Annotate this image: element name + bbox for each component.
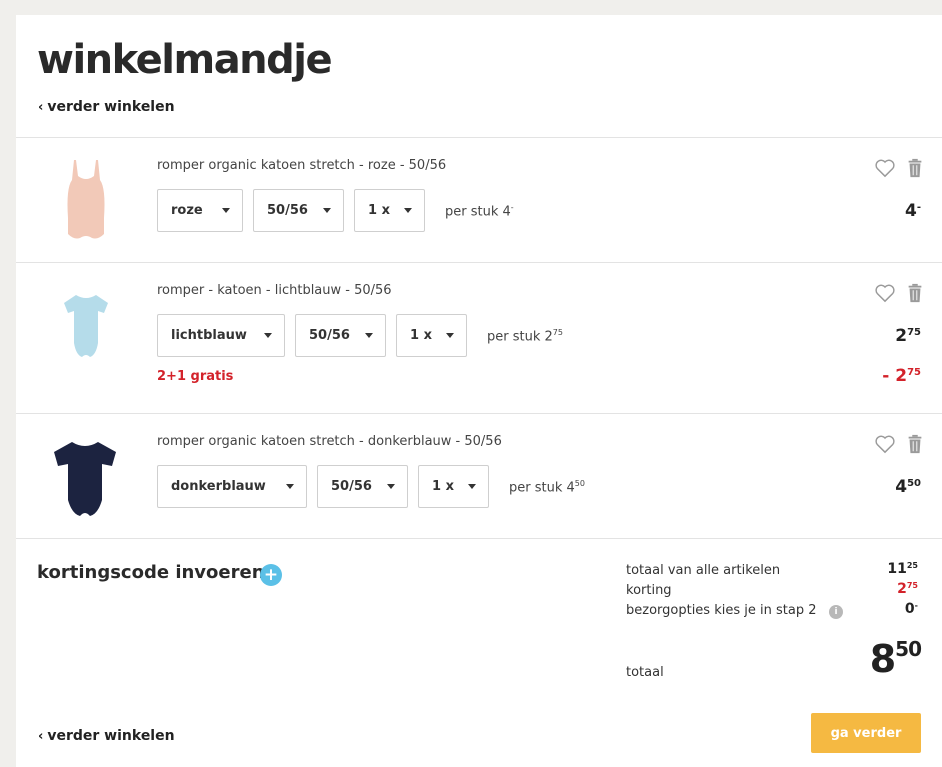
caret-down-icon — [222, 208, 230, 213]
coupon-title[interactable]: kortingscode invoeren — [37, 562, 265, 583]
total-value: 850 — [869, 637, 922, 681]
line-discount: - 275 — [882, 366, 921, 386]
total-label: totaal — [626, 665, 664, 680]
heart-icon[interactable] — [874, 434, 896, 454]
color-select[interactable]: lichtblauw — [157, 314, 285, 357]
continue-button[interactable]: ga verder — [811, 713, 921, 753]
caret-down-icon — [286, 484, 294, 489]
size-select[interactable]: 50/56 — [253, 189, 344, 232]
heart-icon[interactable] — [874, 283, 896, 303]
cart-item: romper - katoen - lichtblauw - 50/56 lic… — [16, 263, 942, 413]
color-value: donkerblauw — [171, 479, 266, 494]
back-link-label: verder winkelen — [47, 99, 175, 115]
trash-icon[interactable] — [904, 283, 926, 303]
size-value: 50/56 — [267, 203, 308, 218]
caret-down-icon — [264, 333, 272, 338]
quantity-value: 1 x — [432, 479, 454, 494]
back-to-shop-link-top[interactable]: ‹ verder winkelen — [38, 99, 175, 115]
subtotal-value: 1125 — [887, 561, 918, 577]
size-select[interactable]: 50/56 — [317, 465, 408, 508]
cart-panel: winkelmandje ‹ verder winkelen romper or… — [16, 15, 942, 767]
quantity-select[interactable]: 1 x — [354, 189, 425, 232]
discount-label: korting — [626, 583, 672, 598]
unit-price: per stuk 275 — [487, 328, 563, 345]
quantity-value: 1 x — [368, 203, 390, 218]
product-image-romper-donkerblauw[interactable] — [50, 438, 120, 518]
caret-down-icon — [323, 208, 331, 213]
back-link-label: verder winkelen — [47, 728, 175, 744]
delivery-label: bezorgopties kies je in stap 2 — [626, 603, 817, 618]
size-select[interactable]: 50/56 — [295, 314, 386, 357]
line-price: 4- — [905, 201, 921, 221]
unit-price: per stuk 4- — [445, 203, 514, 220]
unit-price: per stuk 450 — [509, 479, 585, 496]
size-value: 50/56 — [309, 328, 350, 343]
product-image-romper-lichtblauw[interactable] — [60, 291, 112, 361]
quantity-value: 1 x — [410, 328, 432, 343]
product-name[interactable]: romper organic katoen stretch - donkerbl… — [157, 434, 502, 449]
heart-icon[interactable] — [874, 158, 896, 178]
trash-icon[interactable] — [904, 158, 926, 178]
product-name[interactable]: romper organic katoen stretch - roze - 5… — [157, 158, 446, 173]
color-value: lichtblauw — [171, 328, 247, 343]
promo-label: 2+1 gratis — [157, 369, 234, 384]
chevron-left-icon: ‹ — [38, 728, 44, 744]
product-image-romper-roze[interactable] — [60, 158, 112, 244]
subtotal-label: totaal van alle artikelen — [626, 563, 781, 578]
plus-icon[interactable]: + — [260, 564, 282, 586]
caret-down-icon — [365, 333, 373, 338]
line-price: 450 — [895, 477, 921, 497]
cart-item: romper organic katoen stretch - roze - 5… — [16, 138, 942, 262]
trash-icon[interactable] — [904, 434, 926, 454]
caret-down-icon — [404, 208, 412, 213]
chevron-left-icon: ‹ — [38, 99, 44, 115]
color-select[interactable]: donkerblauw — [157, 465, 307, 508]
caret-down-icon — [387, 484, 395, 489]
product-name[interactable]: romper - katoen - lichtblauw - 50/56 — [157, 283, 392, 298]
delivery-value: 0- — [904, 601, 918, 617]
size-value: 50/56 — [331, 479, 372, 494]
discount-value: 275 — [897, 581, 918, 597]
color-value: roze — [171, 203, 203, 218]
page-title: winkelmandje — [37, 37, 333, 83]
line-price: 275 — [895, 326, 921, 346]
info-icon[interactable]: i — [829, 605, 843, 619]
quantity-select[interactable]: 1 x — [396, 314, 467, 357]
caret-down-icon — [446, 333, 454, 338]
cart-item: romper organic katoen stretch - donkerbl… — [16, 414, 942, 538]
back-to-shop-link-bottom[interactable]: ‹ verder winkelen — [38, 728, 175, 744]
color-select[interactable]: roze — [157, 189, 243, 232]
quantity-select[interactable]: 1 x — [418, 465, 489, 508]
caret-down-icon — [468, 484, 476, 489]
divider — [16, 538, 942, 539]
